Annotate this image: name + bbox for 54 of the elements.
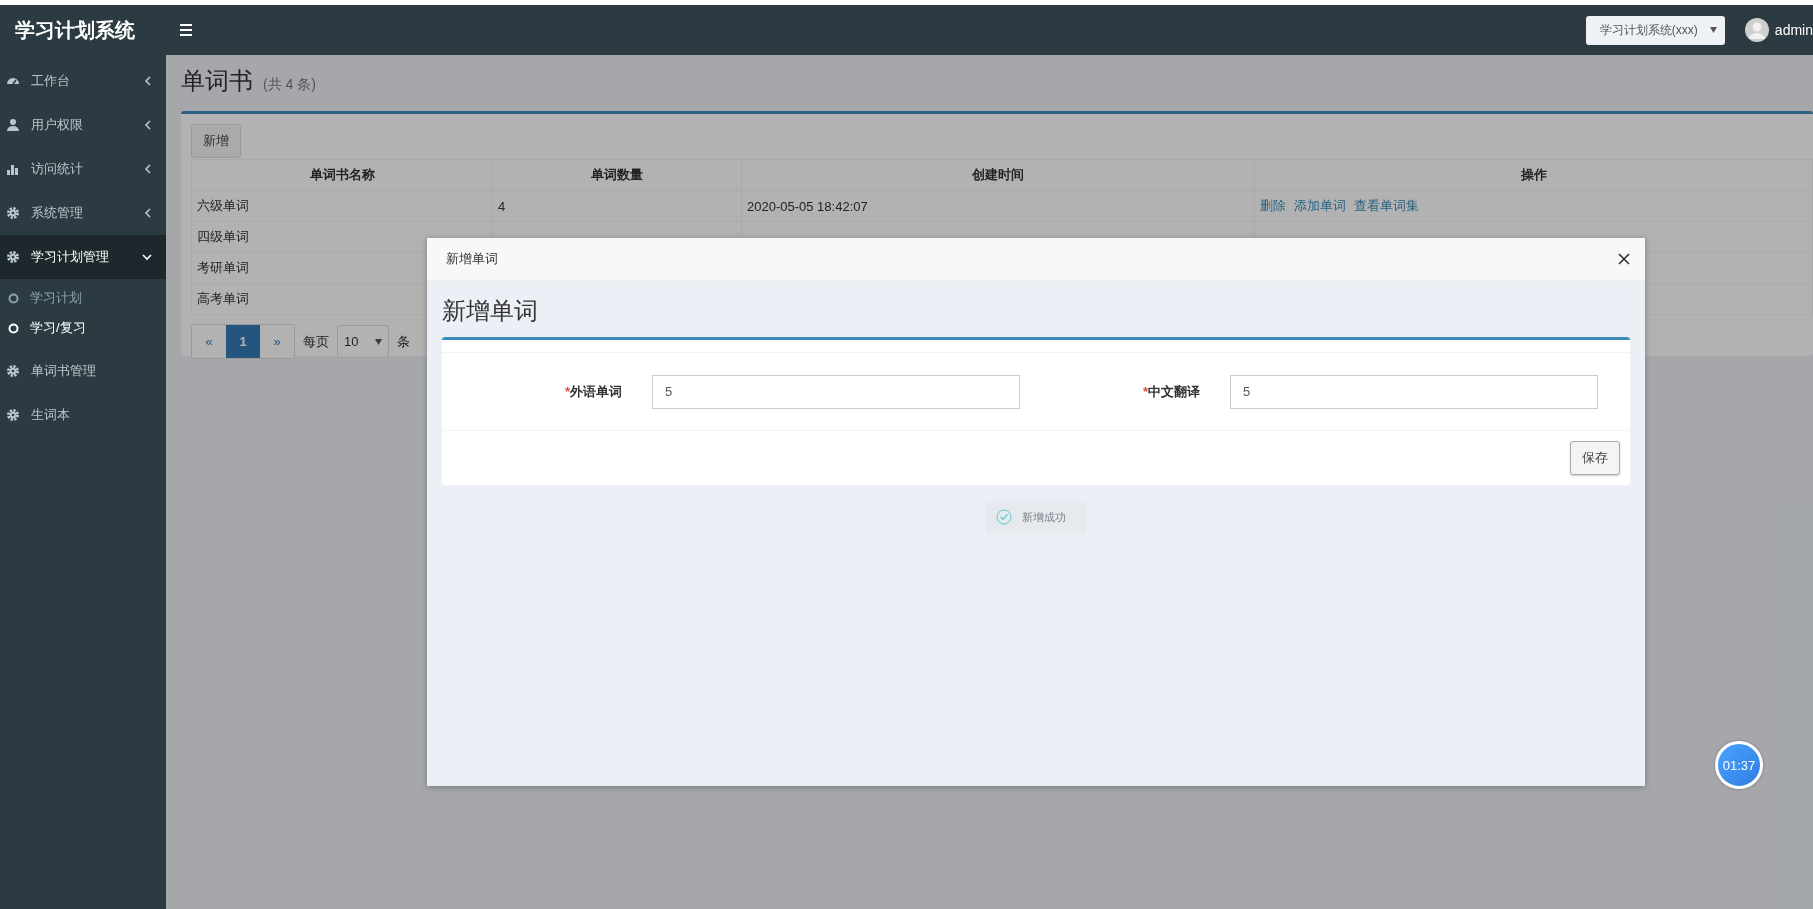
input-field[interactable]: 5 — [652, 374, 1020, 409]
table-cell: 4 — [492, 190, 742, 222]
add-button[interactable]: 新增 — [191, 124, 241, 158]
sidebar-subitem[interactable]: 学习/复习 — [0, 313, 166, 343]
sidebar-item[interactable]: 系统管理 — [0, 191, 166, 235]
record-count: (共 4 条) — [263, 76, 316, 94]
system-select[interactable]: 学习计划系统(xxx) — [1585, 15, 1725, 45]
chevron-left-icon — [144, 120, 152, 130]
bar-chart-icon — [6, 162, 20, 176]
sidebar-subitem[interactable]: 学习计划 — [0, 283, 166, 313]
input-field[interactable]: 5 — [1230, 374, 1598, 409]
next-page-button[interactable]: » — [260, 325, 294, 358]
sidebar-item[interactable]: 工作台 — [0, 59, 166, 103]
chevron-left-icon — [144, 164, 152, 174]
check-icon — [996, 509, 1012, 525]
user-icon — [6, 118, 20, 132]
caret-icon — [1709, 27, 1717, 33]
save-button[interactable]: 保存 — [1570, 441, 1620, 475]
table-cell: 2020-05-05 18:42:07 — [741, 190, 1255, 222]
user-name[interactable]: admin — [1774, 22, 1813, 38]
gear-icon — [6, 250, 20, 264]
circle-icon — [8, 292, 19, 304]
avatar-icon — [1744, 18, 1769, 42]
table-cell: 六级单词 — [191, 190, 493, 222]
close-icon[interactable] — [1618, 253, 1630, 265]
gear-icon — [6, 408, 20, 422]
chevron-left-icon — [144, 76, 152, 86]
column-header: 操作 — [1254, 159, 1813, 191]
per-page-label: 每页 — [303, 332, 329, 351]
circle-icon — [8, 322, 19, 334]
field-label: *外语单词 — [563, 382, 623, 401]
chevron-down-icon — [142, 253, 152, 261]
caret-icon — [375, 338, 382, 345]
unit-label: 条 — [397, 332, 410, 351]
page-title: 单词书 — [181, 66, 253, 96]
sidebar-item[interactable]: 访问统计 — [0, 147, 166, 191]
sidebar-item[interactable]: 用户权限 — [0, 103, 166, 147]
column-header: 创建时间 — [741, 159, 1255, 191]
sidebar-item[interactable]: 生词本 — [0, 393, 166, 437]
prev-page-button[interactable]: « — [192, 325, 226, 358]
field-label: *中文翻译 — [1141, 382, 1201, 401]
sidebar-item[interactable]: 学习计划管理 — [0, 235, 166, 279]
column-header: 单词书名称 — [191, 159, 493, 191]
column-header: 单词数量 — [492, 159, 742, 191]
gear-icon — [6, 364, 20, 378]
per-page-select[interactable]: 10 — [337, 325, 389, 358]
chevron-left-icon — [144, 208, 152, 218]
gear-icon — [6, 206, 20, 220]
app-logo: 学习计划系统 — [14, 17, 136, 43]
sidebar-item[interactable]: 单词书管理 — [0, 349, 166, 393]
page-button[interactable]: 1 — [226, 325, 260, 358]
success-toast: 新增成功 — [986, 501, 1086, 533]
menu-icon[interactable] — [180, 23, 192, 37]
timer-label: 01:37 — [1722, 757, 1756, 773]
